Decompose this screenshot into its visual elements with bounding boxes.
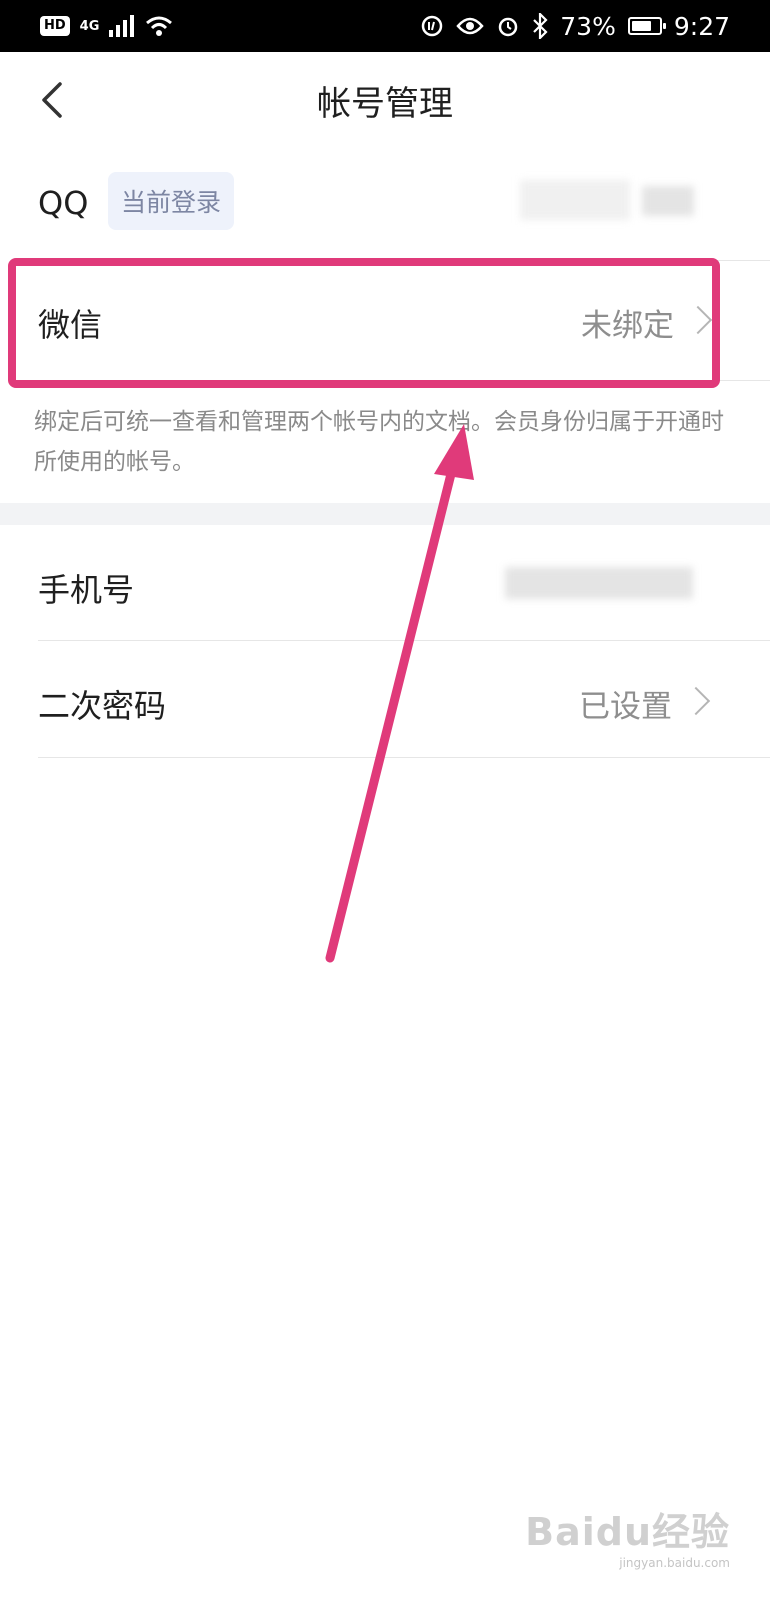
signal-icon xyxy=(109,15,135,37)
qq-account-row: QQ 当前登录 xyxy=(0,148,770,260)
battery-icon xyxy=(627,17,666,35)
page-title: 帐号管理 xyxy=(317,84,453,124)
second-password-row[interactable]: 二次密码 已设置 xyxy=(0,641,770,756)
phone-number-blurred xyxy=(505,567,693,599)
watermark: Baidu经验 jingyan.baidu.com xyxy=(525,1501,730,1570)
status-bar: HD 4G 73% 9:27 xyxy=(0,0,770,52)
annotation-highlight-box xyxy=(8,258,720,388)
section-separator xyxy=(0,503,770,525)
wifi-icon xyxy=(146,16,173,36)
clock: 9:27 xyxy=(673,11,730,41)
chevron-right-icon xyxy=(681,686,711,716)
data-saver-icon xyxy=(422,15,443,37)
alarm-icon xyxy=(499,17,518,37)
eye-icon xyxy=(456,17,484,35)
second-password-label: 二次密码 xyxy=(38,687,167,725)
phone-number-row: 手机号 xyxy=(0,525,770,640)
watermark-url: jingyan.baidu.com xyxy=(619,1556,730,1570)
qq-label: QQ xyxy=(38,184,89,222)
current-login-badge: 当前登录 xyxy=(108,172,234,230)
second-password-status: 已设置 xyxy=(579,689,672,725)
qq-account-value-blurred-2 xyxy=(642,186,694,216)
network-type: 4G xyxy=(79,18,100,34)
hd-icon: HD xyxy=(40,16,70,36)
divider xyxy=(38,757,770,758)
bluetooth-icon xyxy=(533,13,548,39)
watermark-brand: Baidu经验 xyxy=(525,1510,730,1554)
phone-label: 手机号 xyxy=(38,571,135,609)
battery-percent: 73% xyxy=(560,11,616,41)
navigation-bar: 帐号管理 xyxy=(0,52,770,148)
binding-hint-text: 绑定后可统一查看和管理两个帐号内的文档。会员身份归属于开通时所使用的帐号。 xyxy=(34,409,724,475)
qq-account-value-blurred xyxy=(520,180,630,220)
